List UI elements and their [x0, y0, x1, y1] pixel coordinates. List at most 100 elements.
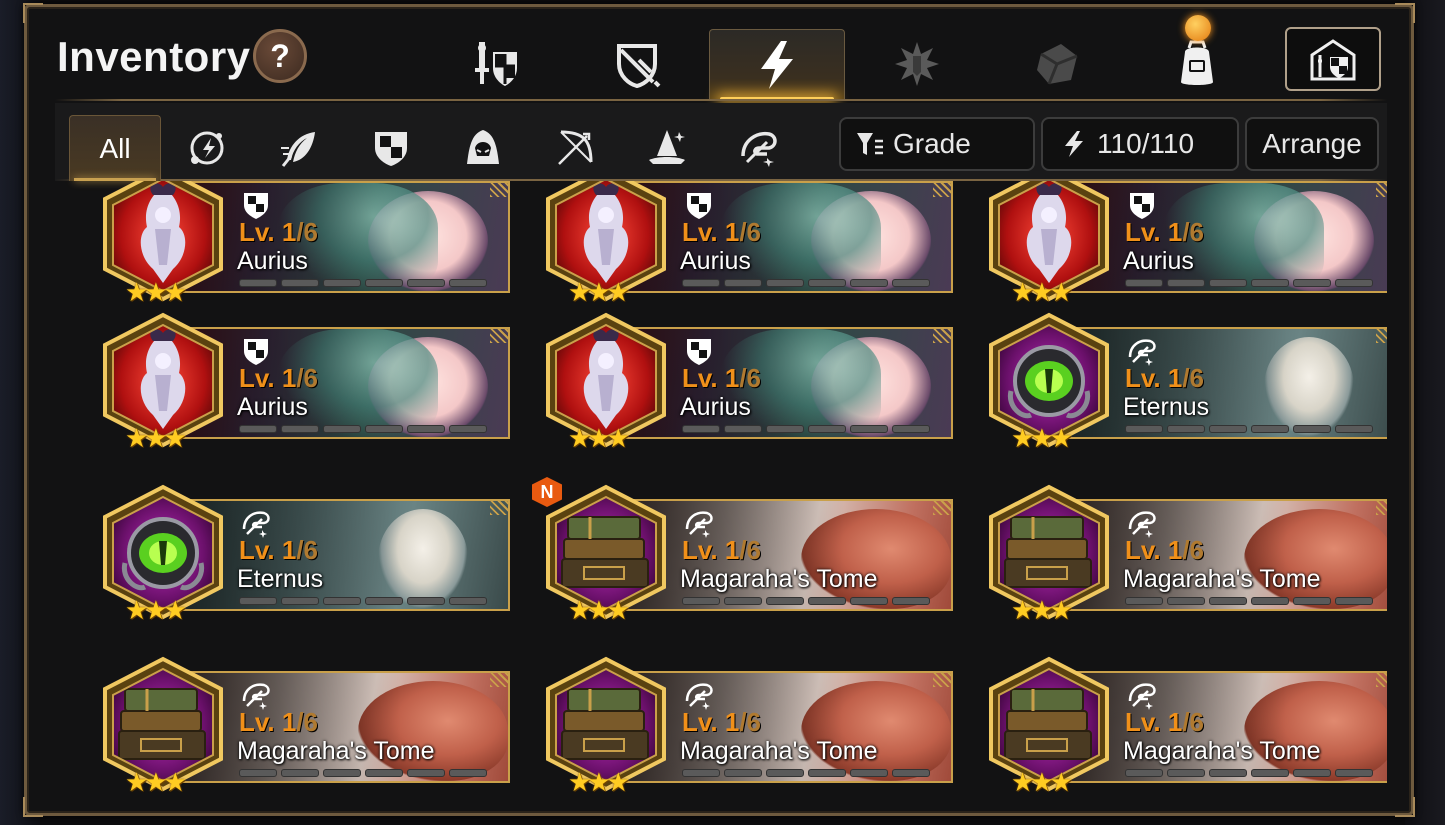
level-max: /6	[739, 535, 762, 565]
item-level: Lv. 1/6	[682, 535, 761, 566]
progress-segment	[682, 279, 720, 287]
frame-corner	[1395, 3, 1415, 23]
corner-ornament	[1376, 183, 1387, 197]
wizard-hat-icon	[649, 130, 685, 164]
storage-icon	[1310, 39, 1356, 81]
tab-equipment[interactable]	[429, 29, 565, 99]
arrange-label: Arrange	[1262, 128, 1362, 159]
progress-segment	[281, 425, 319, 433]
filter-all[interactable]: All	[69, 115, 161, 181]
item-card[interactable]: ★★★ Lv. 1/6 Aurius	[540, 181, 955, 307]
enhance-progress	[239, 425, 487, 433]
item-level: Lv. 1/6	[239, 363, 318, 394]
item-card[interactable]: ★★★ Lv. 1/6 Aurius	[97, 311, 512, 453]
item-card[interactable]: ★★★ Lv. 1/6 Magaraha's Tome N	[532, 477, 955, 625]
progress-segment	[1335, 425, 1373, 433]
level-max: /6	[1182, 535, 1205, 565]
level-current: Lv. 1	[1125, 707, 1183, 737]
item-card[interactable]: ★★★ Lv. 1/6 Aurius	[97, 181, 512, 307]
enhance-progress	[682, 597, 930, 605]
grade-sort-button[interactable]: Grade	[839, 117, 1035, 171]
level-current: Lv. 1	[682, 217, 740, 247]
item-card[interactable]: ★★★ Lv. 1/6 Magaraha's Tome	[983, 655, 1387, 797]
progress-segment	[1125, 769, 1163, 777]
level-max: /6	[296, 535, 319, 565]
item-card[interactable]: ★★★ Lv. 1/6 Eternus	[983, 311, 1387, 453]
progress-segment	[1293, 769, 1331, 777]
item-card[interactable]: ★★★ Lv. 1/6 Magaraha's Tome	[97, 655, 512, 797]
corner-ornament	[933, 501, 953, 515]
progress-segment	[323, 279, 361, 287]
filter-soul-weaver-2[interactable]	[713, 115, 805, 181]
tab-bag[interactable]	[1129, 15, 1265, 99]
level-current: Lv. 1	[239, 707, 297, 737]
progress-segment	[1251, 597, 1289, 605]
filter-all-label: All	[99, 132, 131, 164]
progress-segment	[892, 425, 930, 433]
progress-segment	[281, 597, 319, 605]
level-max: /6	[739, 217, 762, 247]
progress-segment	[1293, 279, 1331, 287]
level-current: Lv. 1	[1125, 535, 1183, 565]
item-name: Aurius	[237, 247, 308, 275]
help-button[interactable]: ?	[253, 29, 307, 83]
level-max: /6	[1182, 217, 1205, 247]
enhance-progress	[682, 425, 930, 433]
progress-segment	[808, 425, 846, 433]
arrange-button[interactable]: Arrange	[1245, 117, 1379, 171]
progress-segment	[281, 279, 319, 287]
capacity-display[interactable]: 110/110	[1041, 117, 1239, 171]
item-card[interactable]: ★★★ Lv. 1/6 Magaraha's Tome	[983, 483, 1387, 625]
progress-segment	[892, 769, 930, 777]
filter-soul-weaver[interactable]	[161, 115, 253, 181]
filter-knight[interactable]	[345, 115, 437, 181]
level-current: Lv. 1	[239, 363, 297, 393]
progress-segment	[1293, 425, 1331, 433]
level-current: Lv. 1	[682, 363, 740, 393]
level-current: Lv. 1	[682, 535, 740, 565]
item-level: Lv. 1/6	[682, 363, 761, 394]
star-rating: ★★★	[125, 767, 187, 797]
star-rating: ★★★	[125, 423, 187, 453]
progress-segment	[239, 425, 277, 433]
item-card[interactable]: ★★★ Lv. 1/6 Magaraha's Tome	[540, 655, 955, 797]
corner-ornament	[1376, 501, 1387, 515]
tab-misc[interactable]	[989, 29, 1125, 99]
item-card[interactable]: ★★★ Lv. 1/6 Eternus	[97, 483, 512, 625]
knight-shield-icon	[375, 132, 407, 166]
star-rating: ★★★	[568, 595, 630, 625]
filter-assassin[interactable]	[437, 115, 529, 181]
tab-accessory[interactable]	[569, 29, 705, 99]
enhance-progress	[1125, 597, 1373, 605]
progress-segment	[808, 279, 846, 287]
level-current: Lv. 1	[1125, 363, 1183, 393]
progress-segment	[407, 279, 445, 287]
storage-button[interactable]	[1285, 27, 1381, 91]
filter-mage[interactable]	[621, 115, 713, 181]
corner-ornament	[1376, 329, 1387, 343]
item-card[interactable]: ★★★ Lv. 1/6 Aurius	[540, 311, 955, 453]
item-level: Lv. 1/6	[239, 535, 318, 566]
divider	[55, 99, 1387, 101]
item-card[interactable]: ★★★ Lv. 1/6 Aurius	[983, 181, 1387, 307]
item-level: Lv. 1/6	[682, 707, 761, 738]
star-rating: ★★★	[568, 767, 630, 797]
progress-segment	[239, 597, 277, 605]
corner-ornament	[490, 501, 510, 515]
progress-segment	[1251, 279, 1289, 287]
filter-mage-feather[interactable]	[253, 115, 345, 181]
progress-segment	[724, 597, 762, 605]
tab-material[interactable]	[849, 29, 985, 99]
tab-artifact[interactable]	[709, 29, 845, 101]
item-name: Magaraha's Tome	[680, 565, 878, 593]
level-current: Lv. 1	[239, 535, 297, 565]
filter-ranger[interactable]	[529, 115, 621, 181]
progress-segment	[766, 279, 804, 287]
level-max: /6	[1182, 363, 1205, 393]
progress-segment	[407, 769, 445, 777]
corner-ornament	[1376, 673, 1387, 687]
enhance-progress	[1125, 425, 1373, 433]
star-rating: ★★★	[1011, 767, 1073, 797]
item-name: Aurius	[1123, 247, 1194, 275]
corner-ornament	[933, 673, 953, 687]
